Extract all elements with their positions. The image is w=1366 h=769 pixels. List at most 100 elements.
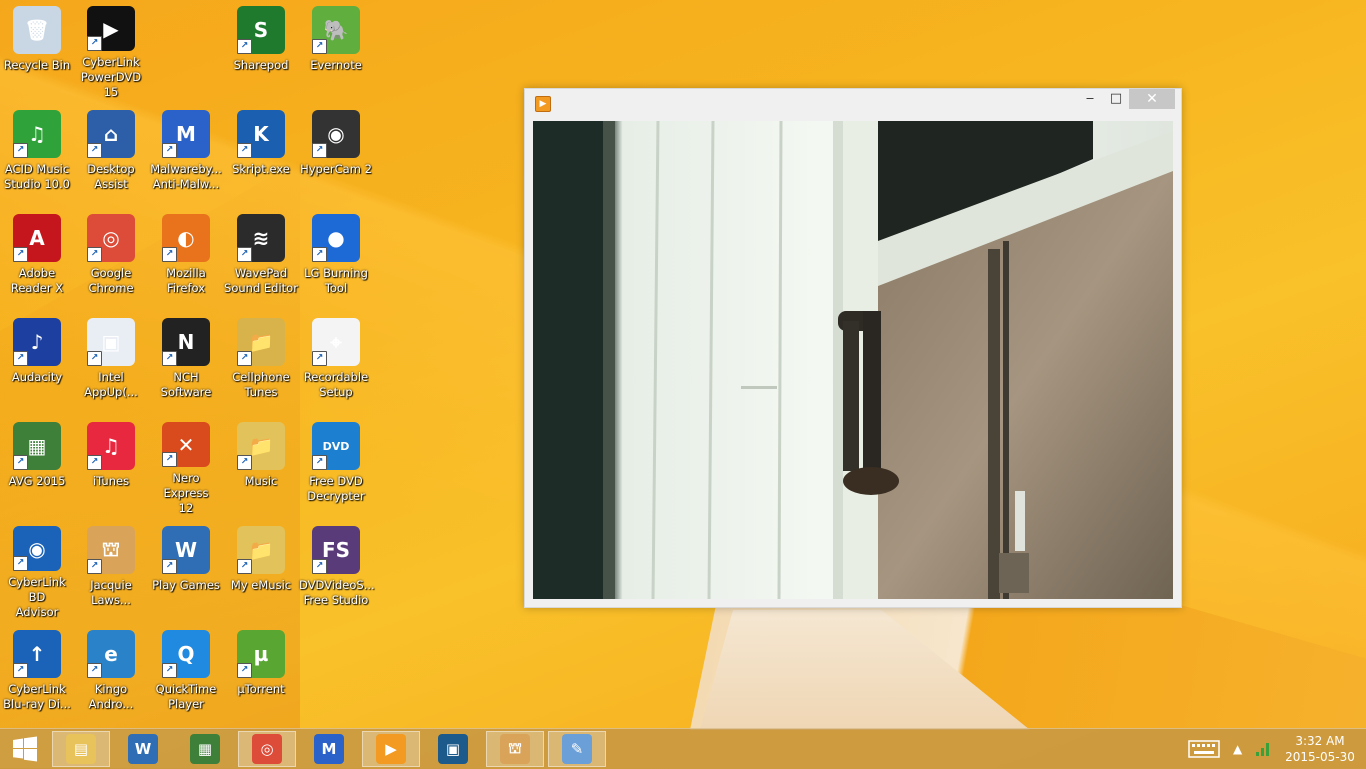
network-icon[interactable] [1254, 729, 1272, 769]
minimize-button[interactable]: ‒ [1077, 89, 1103, 109]
media-player-icon[interactable]: ▶ [535, 96, 551, 112]
nero-icon: ✕ ↗ [162, 422, 210, 467]
desktop-icon-label: HyperCam 2 [300, 162, 372, 176]
touch-keyboard-icon[interactable] [1188, 729, 1220, 769]
desktop-icon[interactable]: ◎ ↗ Google Chrome [74, 208, 148, 308]
desktop-icon[interactable]: FS ↗ DVDVideoS... Free Studio [299, 520, 375, 620]
desktop-icon[interactable]: K ↗ Skript.exe [224, 104, 298, 204]
audacity-icon: ♪ ↗ [13, 318, 61, 366]
desktop-icon[interactable]: µ ↗ µTorrent [224, 624, 298, 724]
clock-date: 2015-05-30 [1285, 750, 1355, 764]
clock-time: 3:32 AM [1295, 734, 1345, 748]
file-explorer-button[interactable]: ▤ [52, 731, 110, 767]
show-hidden-icons-icon[interactable]: ▲ [1233, 729, 1242, 769]
jacquie-lawson-taskbar-button[interactable]: ⛫ [486, 731, 544, 767]
jacquie-lawson-taskbar-icon: ⛫ [500, 734, 530, 764]
system-clock[interactable]: 3:32 AM 2015-05-30 [1280, 733, 1360, 765]
media-player-taskbar-button[interactable]: ▶ [362, 731, 420, 767]
shortcut-arrow-icon: ↗ [87, 36, 102, 51]
shortcut-arrow-icon: ↗ [312, 247, 327, 262]
desktop-icon[interactable]: ◐ ↗ Mozilla Firefox [149, 208, 223, 308]
shortcut-arrow-icon: ↗ [237, 143, 252, 158]
desktop-icon[interactable]: ♫ ↗ ACID Music Studio 10.0 [0, 104, 74, 204]
desktop-icon[interactable]: S ↗ Sharepod [224, 0, 298, 100]
acid-music-icon: ♫ ↗ [13, 110, 61, 158]
shortcut-arrow-icon: ↗ [87, 351, 102, 366]
desktop-icon[interactable]: ▣ ↗ Intel AppUp(... [74, 312, 148, 412]
desktop-icon[interactable]: 🐘 ↗ Evernote [299, 0, 373, 100]
bluray-disc-icon: ↑ ↗ [13, 630, 61, 678]
chrome-taskbar-button[interactable]: ◎ [238, 731, 296, 767]
desktop-icon-label: Play Games [152, 578, 220, 592]
shortcut-arrow-icon: ↗ [87, 663, 102, 678]
maximize-button[interactable]: □ [1103, 89, 1129, 109]
desktop-icon-label: Sharepod [233, 58, 289, 72]
shortcut-arrow-icon: ↗ [13, 143, 28, 158]
desktop-icon-label: Music [244, 474, 278, 488]
desktop-icon-label: Google Chrome [88, 266, 134, 295]
paint-taskbar-icon: ✎ [562, 734, 592, 764]
skript-icon: K ↗ [237, 110, 285, 158]
shortcut-arrow-icon: ↗ [312, 143, 327, 158]
intel-appup-icon: ▣ ↗ [87, 318, 135, 366]
windows-start-icon[interactable] [0, 729, 50, 769]
desktop-icon[interactable]: ▶ ↗ CyberLink PowerDVD 15 [74, 0, 148, 100]
shortcut-arrow-icon: ↗ [312, 455, 327, 470]
malwarebytes-taskbar-button[interactable]: M [300, 731, 358, 767]
desktop-icon[interactable]: ♫ ↗ iTunes [74, 416, 148, 516]
desktop-icon[interactable]: 🗑 Recycle Bin [0, 0, 74, 100]
desktop-icon[interactable]: ≋ ↗ WavePad Sound Editor [224, 208, 298, 308]
shortcut-arrow-icon: ↗ [162, 559, 177, 574]
desktop-icon[interactable]: A ↗ Adobe Reader X [0, 208, 74, 308]
desktop-icon-label: Evernote [310, 58, 362, 72]
kingo-root-icon: e ↗ [87, 630, 135, 678]
avg-icon: ▦ ↗ [13, 422, 61, 470]
desktop-icon-label: CyberLink BD Advisor [8, 575, 66, 619]
video-player-taskbar-button[interactable]: ▣ [424, 731, 482, 767]
media-player-taskbar-icon: ▶ [376, 734, 406, 764]
music-folder-icon: 📁 ↗ [237, 422, 285, 470]
video-scene [533, 121, 1173, 599]
desktop-icon-label: CyberLink Blu-ray Di... [3, 682, 71, 711]
desktop-icon[interactable]: M ↗ Malwareby... Anti-Malw... [149, 104, 223, 204]
desktop-icon[interactable]: ▦ ↗ AVG 2015 [0, 416, 74, 516]
media-player-window[interactable]: ▶ ‒ □ ✕ [524, 88, 1182, 608]
desktop-icon-label: LG Burning Tool [304, 266, 368, 295]
shortcut-arrow-icon: ↗ [13, 455, 28, 470]
recycle-bin-icon: 🗑 [13, 6, 61, 54]
desktop-icon[interactable]: N ↗ NCH Software [149, 312, 223, 412]
play-games-taskbar-button[interactable]: W [114, 731, 172, 767]
desktop-icon[interactable]: Q ↗ QuickTime Player [149, 624, 223, 724]
desktop-icon[interactable]: ⌖ ↗ Recordable Setup [299, 312, 373, 412]
desktop-icon[interactable]: DVD ↗ Free DVD Decrypter [299, 416, 373, 516]
desktop-icon[interactable]: 📁 ↗ Music [224, 416, 298, 516]
desktop-icon-label: My eMusic [230, 578, 292, 592]
shortcut-arrow-icon: ↗ [87, 455, 102, 470]
desktop-icon-label: µTorrent [237, 682, 285, 696]
desktop-icon[interactable]: ♪ ↗ Audacity [0, 312, 74, 412]
paint-taskbar-button[interactable]: ✎ [548, 731, 606, 767]
desktop-icon[interactable]: ● ↗ LG Burning Tool [299, 208, 373, 308]
desktop-icon[interactable]: e ↗ Kingo Andro... [74, 624, 148, 724]
desktop-icon[interactable]: ✕ ↗ Nero Express 12 [149, 416, 223, 516]
avg-taskbar-button[interactable]: ▦ [176, 731, 234, 767]
desktop-icon[interactable]: W ↗ Play Games [149, 520, 223, 620]
desktop-icon[interactable]: ⛫ ↗ Jacquie Laws... [74, 520, 148, 620]
play-games-icon: W ↗ [162, 526, 210, 574]
close-button[interactable]: ✕ [1129, 89, 1175, 109]
window-titlebar[interactable]: ▶ ‒ □ ✕ [525, 89, 1181, 119]
shortcut-arrow-icon: ↗ [237, 663, 252, 678]
desktop-icon[interactable]: ↑ ↗ CyberLink Blu-ray Di... [0, 624, 74, 724]
desktop-icon[interactable]: 📁 ↗ My eMusic [224, 520, 298, 620]
shortcut-arrow-icon: ↗ [162, 452, 177, 467]
desktop-icon[interactable]: 📁 ↗ Cellphone Tunes [224, 312, 298, 412]
recordable-setup-icon: ⌖ ↗ [312, 318, 360, 366]
desktop-icon[interactable]: ⌂ ↗ Desktop Assist [74, 104, 148, 204]
desktop-icon-label: ACID Music Studio 10.0 [4, 162, 70, 191]
desktop-icon-label: Skript.exe [232, 162, 290, 176]
desktop-icon[interactable]: ◉ ↗ HyperCam 2 [299, 104, 373, 204]
desktop-icon-label: WavePad Sound Editor [224, 266, 298, 295]
desktop-icon[interactable]: ◉ ↗ CyberLink BD Advisor [0, 520, 74, 620]
shortcut-arrow-icon: ↗ [312, 351, 327, 366]
shortcut-arrow-icon: ↗ [237, 351, 252, 366]
